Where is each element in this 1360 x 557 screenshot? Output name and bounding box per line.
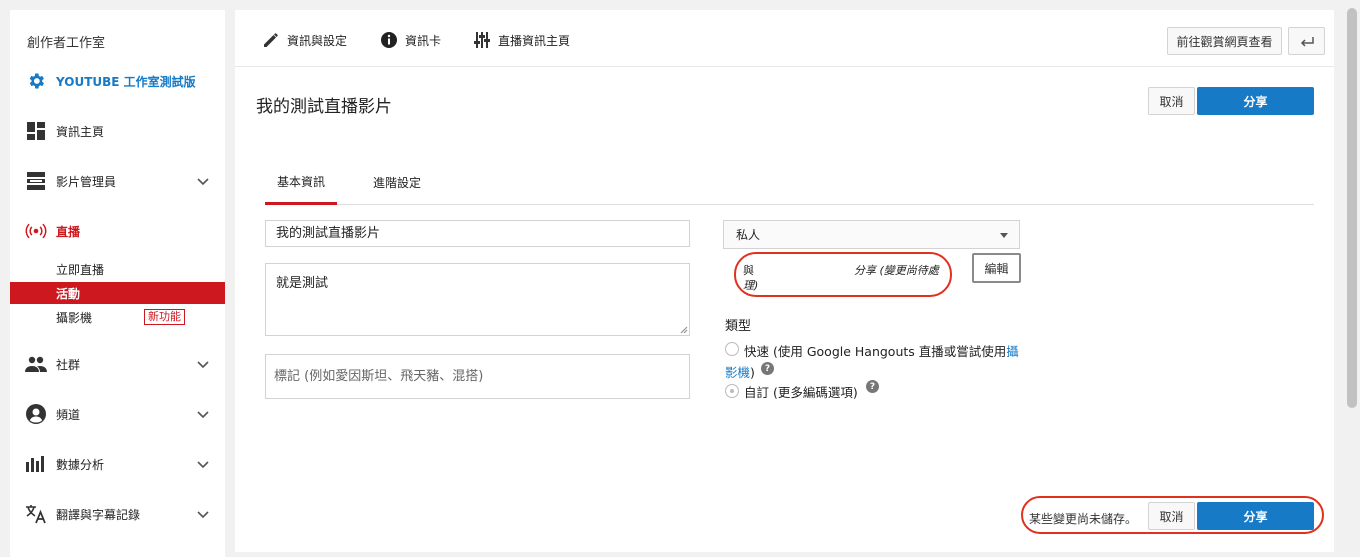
sidebar-item-label: 社群 (56, 357, 81, 372)
new-feature-badge: 新功能 (144, 309, 185, 325)
nav-label: 資訊卡 (405, 33, 442, 48)
page-title: 我的測試直播影片 (256, 97, 392, 117)
sidebar-item-label: 翻譯與字幕記錄 (56, 507, 141, 522)
description-textarea[interactable]: 就是測試 (265, 263, 690, 336)
chevron-down-icon[interactable] (196, 407, 210, 421)
share-note-pending: 分享 (變更尚待處 (854, 264, 939, 277)
privacy-select[interactable]: 私人 (723, 220, 1020, 249)
quick-option-text-line2: 影機) (725, 362, 755, 381)
nav-label: 資訊與設定 (287, 33, 348, 48)
sidebar-item-studio-beta[interactable]: YOUTUBE 工作室測試版 (10, 66, 225, 96)
nav-info-settings[interactable]: 資訊與設定 (261, 30, 347, 50)
channel-icon (25, 403, 47, 425)
gear-icon (25, 70, 47, 92)
custom-label: 自訂 (744, 385, 770, 400)
live-broadcast-icon (25, 220, 47, 242)
title-input[interactable]: 我的測試直播影片 (265, 220, 690, 247)
share-button[interactable]: 分享 (1197, 87, 1314, 115)
description-text: 就是測試 (276, 276, 329, 291)
analytics-icon (25, 453, 47, 475)
privacy-selected-value: 私人 (736, 228, 761, 242)
sidebar-item-label: 影片管理員 (56, 174, 117, 189)
sidebar-item-label: 直播 (56, 224, 81, 239)
footer-cancel-button[interactable]: 取消 (1148, 502, 1195, 530)
sidebar-item-label: 頻道 (56, 407, 81, 422)
chevron-down-icon[interactable] (196, 507, 210, 521)
custom-description: (更多編碼選項) (769, 385, 858, 400)
resize-handle-icon[interactable] (680, 326, 688, 334)
share-note-pending-end: 理) (743, 279, 759, 292)
view-on-watch-page-button[interactable]: 前往觀賞網頁查看 (1167, 27, 1282, 55)
tags-input[interactable]: 標記 (例如愛因斯坦、飛天豬、混搭) (265, 354, 690, 399)
dropdown-caret-icon (1000, 233, 1008, 238)
tab-basic-info[interactable]: 基本資訊 (265, 160, 337, 205)
sidebar-item-live[interactable]: 直播 (10, 216, 225, 246)
camera-link[interactable]: 攝 (1006, 344, 1019, 359)
sidebar-subitem-stream-now[interactable]: 立即直播 (10, 258, 225, 280)
quick-option-text: 快速 (使用 Google Hangouts 直播或嘗試使用攝 (744, 341, 1044, 360)
unsaved-changes-text: 某些變更尚未儲存。 (1029, 512, 1138, 526)
sidebar-item-dashboard[interactable]: 資訊主頁 (10, 116, 225, 146)
sidebar-item-label: 資訊主頁 (56, 124, 105, 139)
tab-advanced-settings[interactable]: 進階設定 (367, 160, 427, 205)
quick-label: 快速 (744, 344, 770, 359)
sidebar: 創作者工作室 YOUTUBE 工作室測試版 資訊主頁 影片管理員 直播 立即直播… (10, 10, 225, 557)
info-icon (379, 30, 399, 50)
quick-radio[interactable] (725, 342, 739, 356)
scrollbar-thumb[interactable] (1347, 8, 1357, 408)
sidebar-subitem-label: 攝影機 (56, 310, 93, 325)
nav-live-dashboard[interactable]: 直播資訊主頁 (472, 30, 570, 50)
chevron-down-icon[interactable] (196, 174, 210, 188)
tab-bar: 基本資訊 進階設定 (265, 160, 1314, 205)
cancel-button[interactable]: 取消 (1148, 87, 1195, 115)
help-icon[interactable]: ? (866, 380, 879, 393)
sidebar-item-channel[interactable]: 頻道 (10, 399, 225, 429)
dashboard-icon (25, 120, 47, 142)
sidebar-item-translations[interactable]: 翻譯與字幕記錄 (10, 499, 225, 529)
quick-description: (使用 Google Hangouts 直播或嘗試使用 (769, 344, 1007, 359)
main-panel: 資訊與設定 資訊卡 直播資訊主頁 前往觀賞網頁查看 我的測試直播影片 取消 分享… (235, 10, 1334, 552)
sidebar-item-analytics[interactable]: 數據分析 (10, 449, 225, 479)
camera-link-cont[interactable]: 影機 (725, 365, 750, 380)
chevron-down-icon[interactable] (196, 457, 210, 471)
sidebar-subitem-label: 立即直播 (56, 262, 105, 277)
help-icon[interactable]: ? (761, 362, 774, 375)
sidebar-subitem-camera[interactable]: 攝影機 新功能 (10, 306, 225, 328)
sidebar-item-community[interactable]: 社群 (10, 349, 225, 379)
nav-label: 直播資訊主頁 (498, 33, 571, 48)
quick-close: ) (750, 365, 755, 380)
community-icon (25, 353, 47, 375)
top-toolbar: 資訊與設定 資訊卡 直播資訊主頁 前往觀賞網頁查看 (235, 10, 1334, 67)
pencil-icon (261, 30, 281, 50)
sidebar-item-label: YOUTUBE 工作室測試版 (56, 74, 196, 89)
custom-option-text: 自訂 (更多編碼選項) (744, 382, 858, 401)
sidebar-subitem-label: 活動 (56, 286, 81, 301)
back-button[interactable] (1288, 27, 1325, 55)
sidebar-item-label: 數據分析 (56, 457, 105, 472)
type-section-title: 類型 (725, 319, 752, 334)
custom-radio[interactable] (725, 384, 739, 398)
scrollbar[interactable] (1344, 0, 1360, 557)
footer-share-button[interactable]: 分享 (1197, 502, 1314, 530)
sidebar-subitem-events[interactable]: 活動 (10, 282, 225, 304)
share-note-with: 與 (743, 264, 754, 277)
sidebar-title: 創作者工作室 (27, 36, 106, 51)
nav-cards[interactable]: 資訊卡 (379, 30, 441, 50)
video-manager-icon (25, 170, 47, 192)
chevron-down-icon[interactable] (196, 357, 210, 371)
sidebar-item-video-manager[interactable]: 影片管理員 (10, 166, 225, 196)
edit-sharing-button[interactable]: 編輯 (972, 253, 1021, 283)
back-arrow-icon (1300, 37, 1314, 47)
translate-icon (25, 503, 47, 525)
sliders-icon (472, 30, 492, 50)
